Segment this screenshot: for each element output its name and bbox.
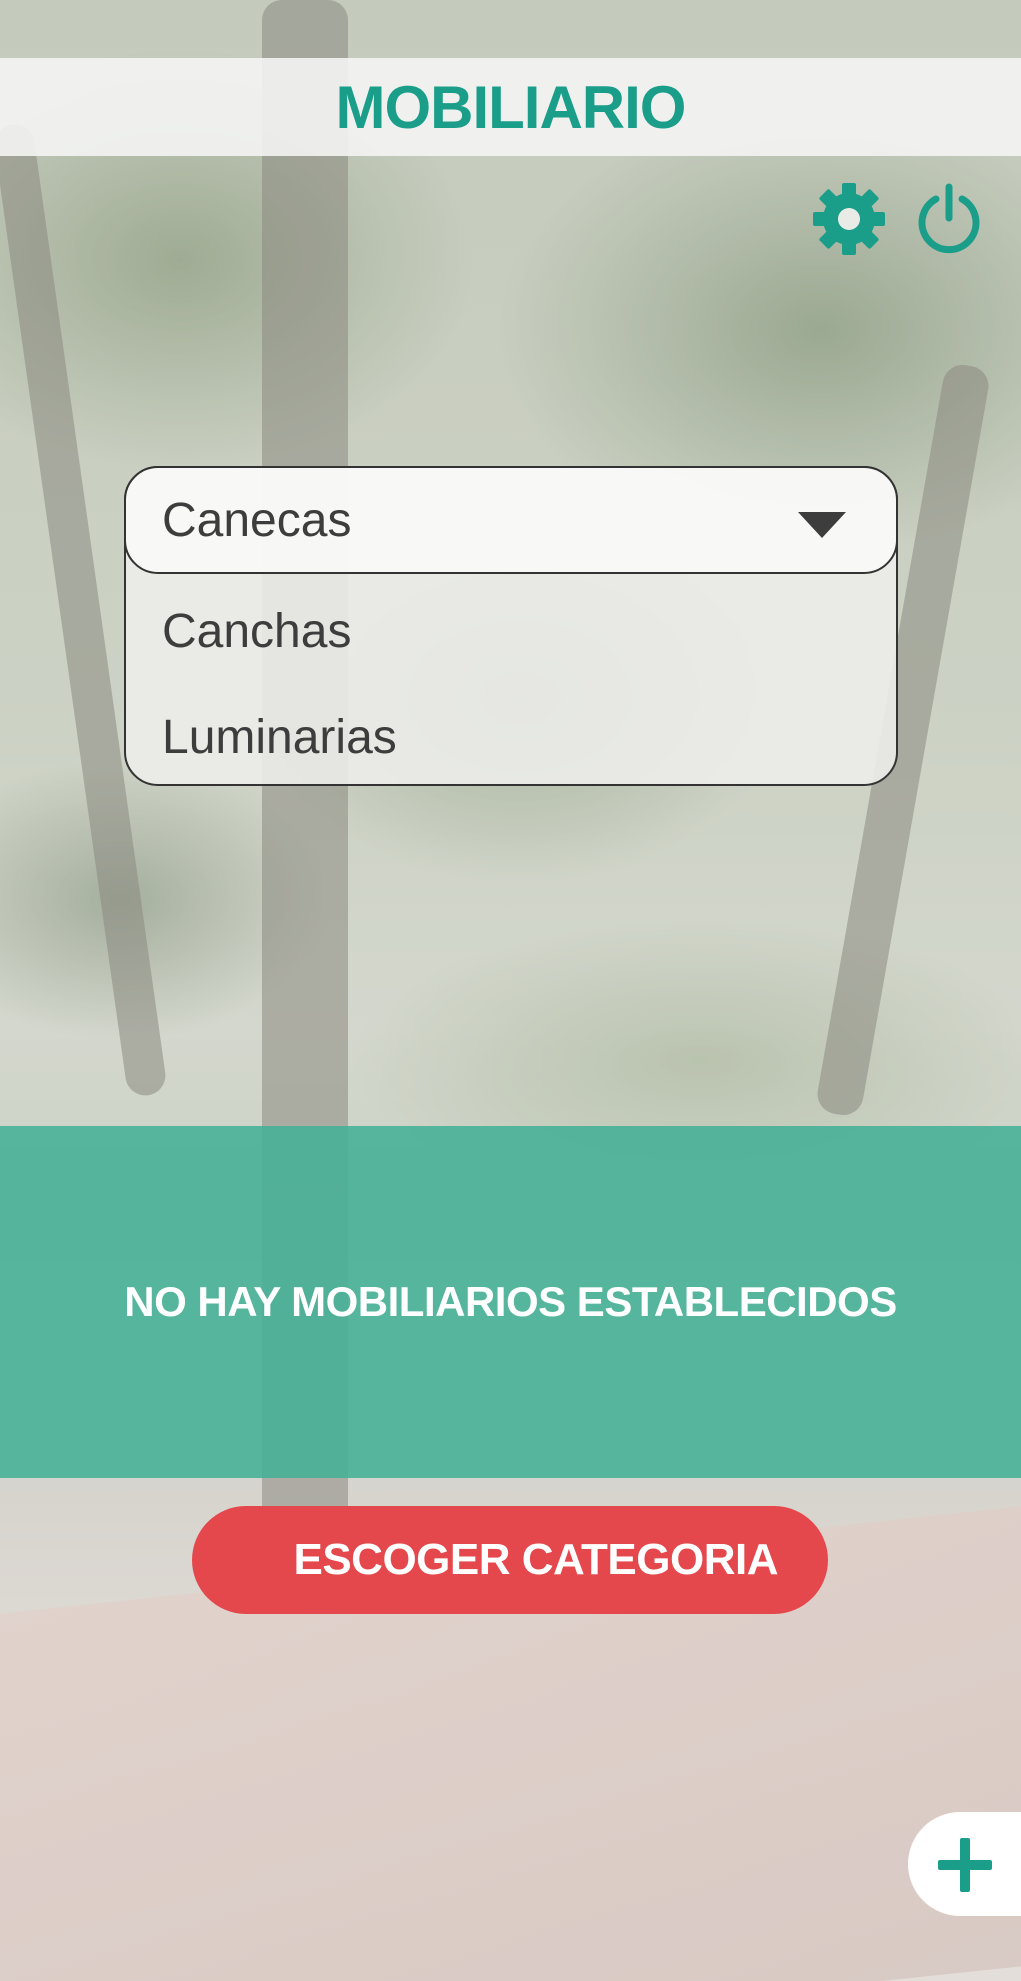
chevron-down-icon[interactable] — [798, 512, 846, 538]
category-dropdown[interactable]: Canecas Canchas Luminarias — [124, 466, 898, 786]
power-icon[interactable] — [914, 182, 984, 254]
app-header: MOBILIARIO — [0, 58, 1021, 156]
empty-state-message: NO HAY MOBILIARIOS ESTABLECIDOS — [124, 1278, 897, 1325]
dropdown-selected-label: Canecas — [162, 493, 352, 547]
plus-icon — [938, 1838, 992, 1892]
background-photo — [0, 0, 1021, 1981]
choose-category-button[interactable]: ESCOGER CATEGORIA — [192, 1506, 828, 1614]
empty-state-banner: NO HAY MOBILIARIOS ESTABLECIDOS — [0, 1126, 1021, 1478]
choose-category-label: ESCOGER CATEGORIA — [293, 1535, 778, 1584]
add-button[interactable] — [908, 1812, 1021, 1916]
gear-icon[interactable] — [812, 182, 886, 256]
dropdown-option-canchas[interactable]: Canchas — [162, 604, 351, 659]
dropdown-selected[interactable]: Canecas — [124, 466, 898, 574]
dropdown-option-luminarias[interactable]: Luminarias — [162, 710, 397, 765]
page-title: MOBILIARIO — [335, 73, 687, 141]
